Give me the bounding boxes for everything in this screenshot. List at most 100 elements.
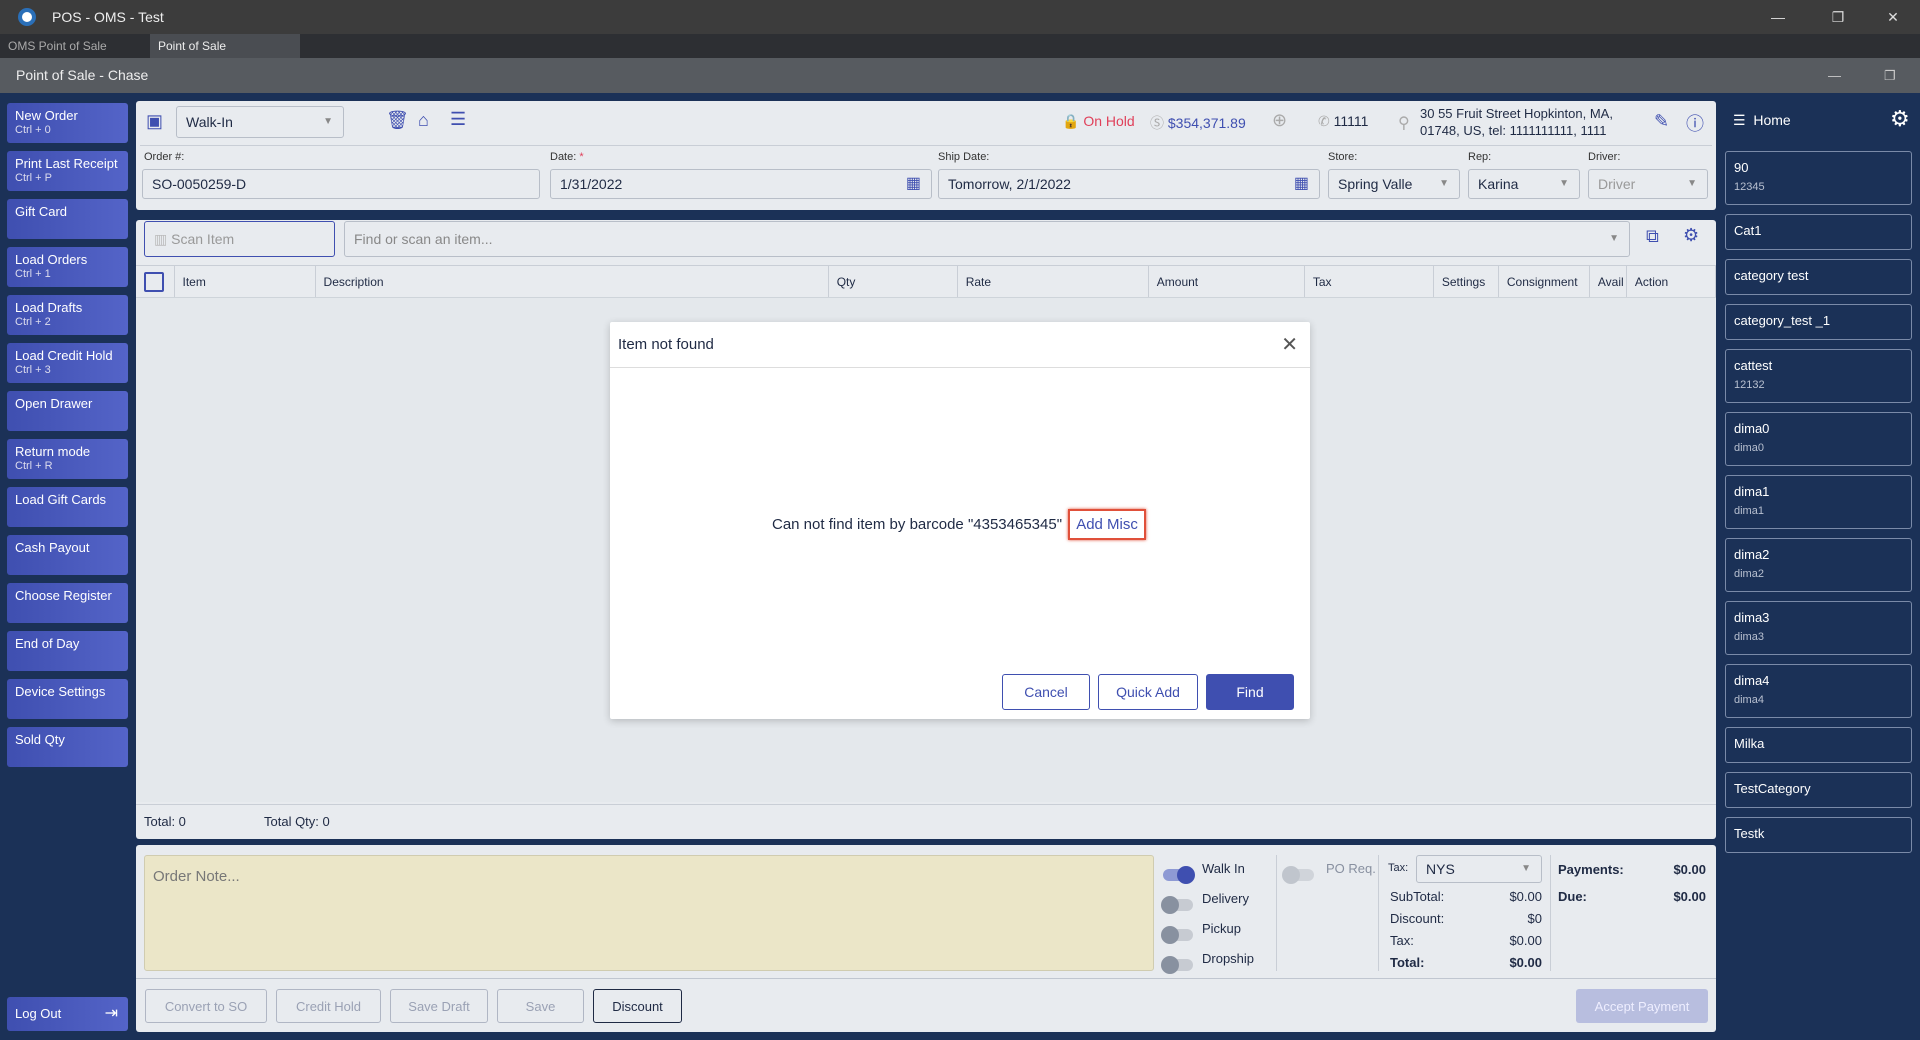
due-value: $0.00 bbox=[1673, 889, 1706, 904]
minimize-pane-button[interactable]: — bbox=[1828, 58, 1841, 93]
category-button[interactable]: dima0 dima0 bbox=[1725, 412, 1912, 466]
category-button[interactable]: Testk bbox=[1725, 817, 1912, 853]
tag-icon[interactable]: ⌂ bbox=[418, 110, 429, 131]
customer-select[interactable]: Walk-In ▼ bbox=[176, 106, 344, 138]
menu-shortcut: Ctrl + R bbox=[15, 460, 53, 472]
tab-point-of-sale[interactable]: Point of Sale bbox=[150, 34, 300, 58]
menu-button-sold-qty[interactable]: Sold Qty bbox=[7, 727, 128, 767]
column-header[interactable]: Rate bbox=[957, 265, 1149, 298]
order-note-input[interactable]: Order Note... bbox=[144, 855, 1154, 971]
tax-select[interactable]: NYS ▼ bbox=[1416, 855, 1542, 883]
column-header[interactable]: Amount bbox=[1148, 265, 1305, 298]
column-header[interactable]: Qty bbox=[828, 265, 958, 298]
calendar-icon: ▦ bbox=[905, 175, 921, 192]
add-icon[interactable]: ⊕ bbox=[1272, 110, 1287, 131]
category-code: 12132 bbox=[1734, 379, 1765, 391]
save-button[interactable]: Save bbox=[497, 989, 584, 1023]
add-misc-link[interactable]: Add Misc bbox=[1068, 509, 1146, 540]
settings-icon[interactable]: ⚙ bbox=[1890, 106, 1910, 132]
menu-button-load-credit-hold[interactable]: Load Credit Hold Ctrl + 3 bbox=[7, 343, 128, 383]
accept-payment-button[interactable]: Accept Payment bbox=[1576, 989, 1708, 1023]
add-copy-icon[interactable]: ⧉ bbox=[1646, 226, 1659, 247]
tab-bar: OMS Point of Sale Point of Sale bbox=[0, 34, 1920, 58]
trash-icon[interactable]: 🗑 bbox=[386, 110, 409, 131]
dropship-toggle[interactable] bbox=[1161, 956, 1193, 974]
category-button[interactable]: Cat1 bbox=[1725, 214, 1912, 250]
home-menu[interactable]: ☰ Home bbox=[1733, 112, 1791, 129]
menu-button-print-last-receipt[interactable]: Print Last Receipt Ctrl + P bbox=[7, 151, 128, 191]
menu-button-gift-card[interactable]: Gift Card bbox=[7, 199, 128, 239]
column-header[interactable]: Tax bbox=[1304, 265, 1434, 298]
category-button[interactable]: TestCategory bbox=[1725, 772, 1912, 808]
column-header[interactable]: Consignment bbox=[1498, 265, 1590, 298]
menu-button-device-settings[interactable]: Device Settings bbox=[7, 679, 128, 719]
category-button[interactable]: dima4 dima4 bbox=[1725, 664, 1912, 718]
credit-hold-button[interactable]: Credit Hold bbox=[276, 989, 381, 1023]
logout-button[interactable]: Log Out ⇥ bbox=[7, 997, 128, 1031]
column-header[interactable]: Item bbox=[174, 265, 316, 298]
category-button[interactable]: dima2 dima2 bbox=[1725, 538, 1912, 592]
category-button[interactable]: dima3 dima3 bbox=[1725, 601, 1912, 655]
menu-button-return-mode[interactable]: Return mode Ctrl + R bbox=[7, 439, 128, 479]
category-button[interactable]: dima1 dima1 bbox=[1725, 475, 1912, 529]
driver-select[interactable]: Driver ▼ bbox=[1588, 169, 1708, 199]
menu-button-new-order[interactable]: New Order Ctrl + 0 bbox=[7, 103, 128, 143]
po-required-toggle[interactable] bbox=[1282, 866, 1314, 884]
rep-label: Rep: bbox=[1468, 151, 1492, 163]
menu-button-open-drawer[interactable]: Open Drawer bbox=[7, 391, 128, 431]
restore-button[interactable]: ❐ bbox=[1815, 0, 1861, 34]
category-button[interactable]: category test bbox=[1725, 259, 1912, 295]
quick-add-button[interactable]: Quick Add bbox=[1098, 674, 1198, 710]
logout-label: Log Out bbox=[15, 1006, 62, 1021]
menu-button-load-drafts[interactable]: Load Drafts Ctrl + 2 bbox=[7, 295, 128, 335]
scan-item-input[interactable]: ▥ Scan Item bbox=[144, 221, 335, 257]
customer-icon[interactable]: ▣ bbox=[146, 111, 163, 132]
receipt-icon[interactable]: ☰ bbox=[450, 109, 466, 130]
category-button[interactable]: category_test _1 bbox=[1725, 304, 1912, 340]
menu-button-load-gift-cards[interactable]: Load Gift Cards bbox=[7, 487, 128, 527]
menu-button-cash-payout[interactable]: Cash Payout bbox=[7, 535, 128, 575]
column-header[interactable]: Description bbox=[315, 265, 829, 298]
delivery-toggle[interactable] bbox=[1161, 896, 1193, 914]
walk-in-toggle[interactable] bbox=[1163, 866, 1195, 884]
category-button[interactable]: 90 12345 bbox=[1725, 151, 1912, 205]
category-button[interactable]: cattest 12132 bbox=[1725, 349, 1912, 403]
pickup-label: Pickup bbox=[1202, 921, 1242, 936]
find-button[interactable]: Find bbox=[1206, 674, 1294, 710]
menu-button-load-orders[interactable]: Load Orders Ctrl + 1 bbox=[7, 247, 128, 287]
column-header[interactable]: Avail bbox=[1589, 265, 1627, 298]
store-select[interactable]: Spring Valle ▼ bbox=[1328, 169, 1460, 199]
category-button[interactable]: Milka bbox=[1725, 727, 1912, 763]
pickup-toggle[interactable] bbox=[1161, 926, 1193, 944]
column-header[interactable]: Action bbox=[1626, 265, 1717, 298]
info-icon[interactable]: ⓘ bbox=[1686, 110, 1704, 136]
ship-date-field[interactable]: Tomorrow, 2/1/2022 ▦ bbox=[938, 169, 1320, 199]
balance: Ⓢ $354,371.89 bbox=[1150, 115, 1246, 131]
close-button[interactable]: ✕ bbox=[1870, 0, 1916, 34]
rep-select[interactable]: Karina ▼ bbox=[1468, 169, 1580, 199]
item-not-found-dialog: Item not found ✕ Can not find item by ba… bbox=[610, 322, 1310, 719]
date-field[interactable]: 1/31/2022 ▦ bbox=[550, 169, 932, 199]
save-draft-button[interactable]: Save Draft bbox=[390, 989, 488, 1023]
cancel-button[interactable]: Cancel bbox=[1002, 674, 1090, 710]
menu-button-choose-register[interactable]: Choose Register bbox=[7, 583, 128, 623]
close-icon[interactable]: ✕ bbox=[1281, 332, 1298, 357]
category-name: dima4 bbox=[1734, 673, 1770, 688]
category-name: dima2 bbox=[1734, 547, 1770, 562]
minimize-button[interactable]: — bbox=[1755, 0, 1801, 34]
edit-icon[interactable]: ✎ bbox=[1654, 111, 1669, 132]
category-name: Testk bbox=[1734, 826, 1765, 841]
tax-value: $0.00 bbox=[1509, 933, 1542, 948]
ship-date-label: Ship Date: bbox=[938, 151, 990, 163]
restore-pane-button[interactable]: ❐ bbox=[1884, 58, 1896, 93]
menu-button-end-of-day[interactable]: End of Day bbox=[7, 631, 128, 671]
tab-oms-point-of-sale[interactable]: OMS Point of Sale bbox=[0, 34, 150, 58]
select-all-checkbox[interactable] bbox=[136, 265, 175, 298]
order-number-field[interactable]: SO-0050259-D bbox=[142, 169, 540, 199]
column-header[interactable]: Settings bbox=[1433, 265, 1499, 298]
discount-button[interactable]: Discount bbox=[593, 989, 682, 1023]
menu-label: End of Day bbox=[15, 636, 80, 651]
convert-to-so-button[interactable]: Convert to SO bbox=[145, 989, 267, 1023]
find-item-input[interactable]: Find or scan an item... ▼ bbox=[344, 221, 1630, 257]
settings-icon[interactable]: ⚙ bbox=[1683, 225, 1699, 246]
